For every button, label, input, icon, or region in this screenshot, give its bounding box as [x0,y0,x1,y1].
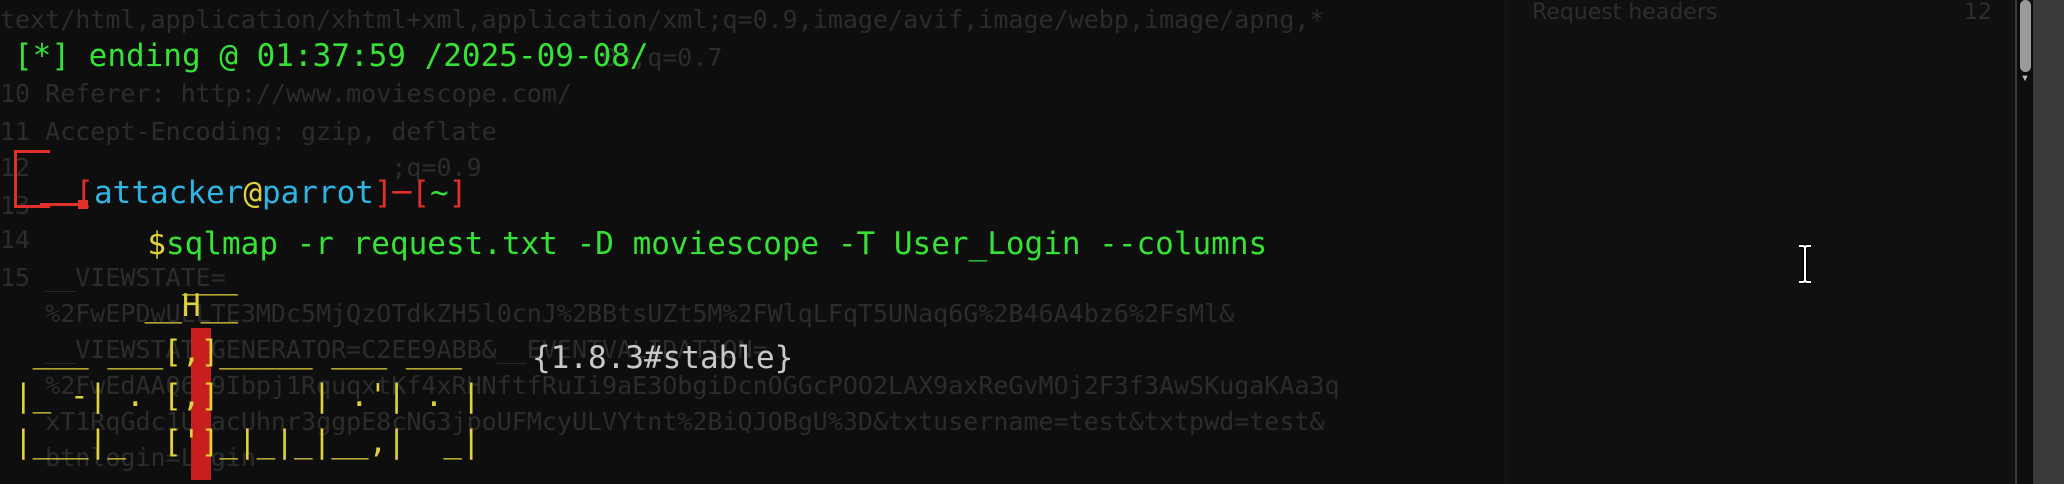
request-line: text/html,application/xhtml+xml,applicat… [0,5,1325,34]
inspector-request-headers-row[interactable]: Request headers 12 [1532,0,1992,32]
sqlmap-version: {1.8.3#stable} [532,340,794,376]
command-text: sqlmap -r request.txt -D moviescope -T U… [166,226,1268,262]
sqlmap-ending-line: [*] ending @ 01:37:59 /2025-09-08/ [14,38,649,74]
inspector-panel: Request headers 12 [1505,0,2016,484]
ibeam-cursor-icon [1799,244,1811,284]
inspector-row-label: Request headers [1532,0,1718,25]
scroll-down-arrow-icon[interactable]: ▾ [2018,70,2032,86]
scrollbar-thumb[interactable] [2020,0,2031,72]
inspector-row-count: 12 [1964,0,1992,25]
request-line: 10 Referer: http://www.moviescope.com/ [0,79,572,108]
request-line: 14 [0,225,31,254]
command-line[interactable]: $sqlmap -r request.txt -D moviescope -T … [110,190,1267,262]
shell-prompt: [attacker@parrot]─[~] [75,175,468,211]
